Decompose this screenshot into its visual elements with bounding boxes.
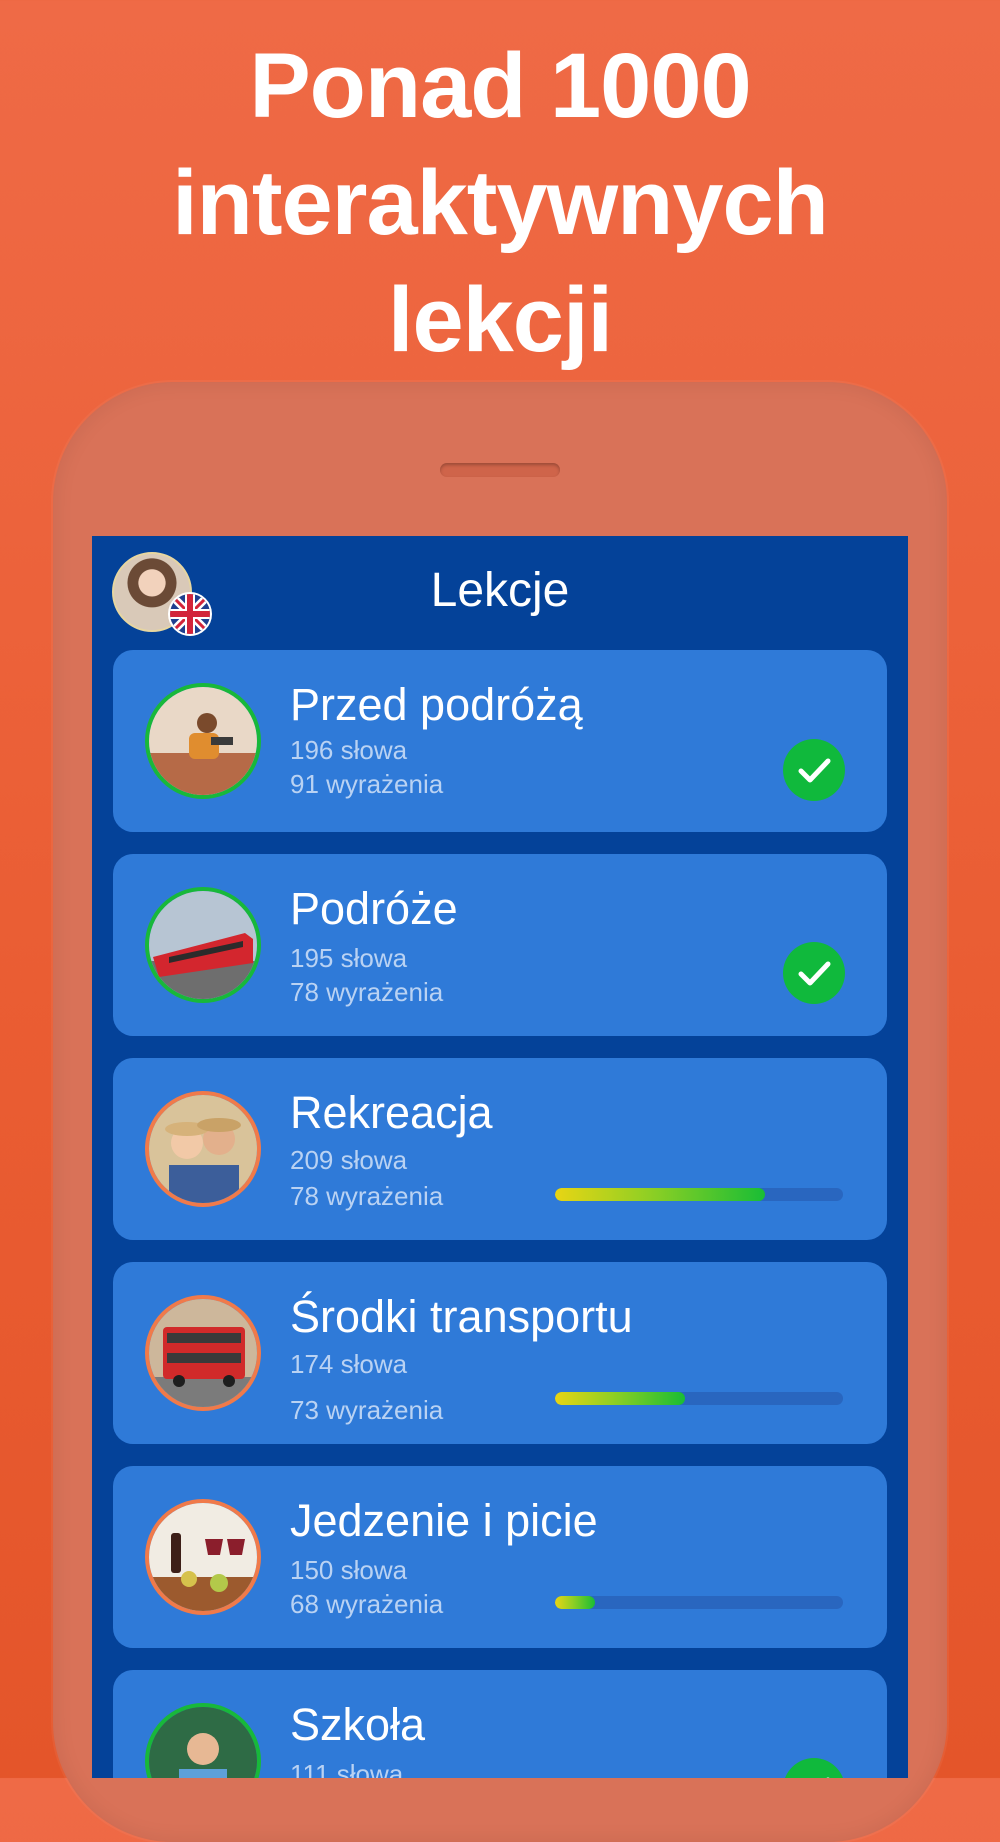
lesson-title: Jedzenie i picie xyxy=(290,1495,598,1546)
lesson-words-count: 174 słowa xyxy=(290,1349,408,1379)
headline-line-3: lekcji xyxy=(387,269,613,371)
lesson-thumbnail-traveler xyxy=(145,683,261,799)
lesson-thumbnail-train xyxy=(145,887,261,1003)
phone-speaker xyxy=(440,463,560,477)
lesson-words-count: 150 słowa xyxy=(290,1555,408,1585)
lesson-progress-fill xyxy=(555,1596,596,1609)
headline-line-2: interaktywnych xyxy=(172,152,829,254)
lesson-progress-fill xyxy=(555,1188,766,1201)
lesson-card-srodki-transportu[interactable]: Środki transportu 174 słowa 73 wyrażenia xyxy=(113,1262,887,1444)
lesson-card-przed-podroza[interactable]: Przed podróżą 196 słowa 91 wyrażenia xyxy=(113,650,887,832)
lesson-phrases-count: 78 wyrażenia xyxy=(290,977,444,1007)
lesson-thumbnail-couple xyxy=(145,1091,261,1207)
lesson-phrases-count: 78 wyrażenia xyxy=(290,1181,444,1211)
lesson-words-count: 111 słowa xyxy=(290,1759,404,1778)
checkmark-icon xyxy=(783,739,845,801)
lesson-thumbnail-wine-food xyxy=(145,1499,261,1615)
lesson-title: Rekreacja xyxy=(290,1087,493,1138)
lesson-card-jedzenie-i-picie[interactable]: Jedzenie i picie 150 słowa 68 wyrażenia xyxy=(113,1466,887,1648)
headline: Ponad 1000 interaktywnych lekcji xyxy=(0,28,1000,379)
screen-title: Lekcje xyxy=(430,564,570,617)
lesson-card-szkola[interactable]: Szkoła 111 słowa xyxy=(113,1670,887,1778)
lesson-words-count: 209 słowa xyxy=(290,1145,408,1175)
lesson-words-count: 195 słowa xyxy=(290,943,408,973)
top-bar: Lekcje xyxy=(92,536,908,646)
checkmark-icon xyxy=(783,1758,845,1778)
checkmark-icon xyxy=(783,942,845,1004)
lesson-title: Szkoła xyxy=(290,1699,426,1750)
lesson-phrases-count: 91 wyrażenia xyxy=(290,769,444,799)
lesson-progress-bar xyxy=(555,1188,843,1201)
lesson-progress-bar xyxy=(555,1392,843,1405)
lesson-words-count: 196 słowa xyxy=(290,735,408,765)
lesson-thumbnail-teacher xyxy=(145,1703,261,1778)
lesson-title: Środki transportu xyxy=(290,1291,633,1342)
headline-line-1: Ponad 1000 xyxy=(249,35,751,137)
lesson-progress-fill xyxy=(555,1392,685,1405)
lesson-thumbnail-bus xyxy=(145,1295,261,1411)
lesson-title: Podróże xyxy=(290,883,458,934)
lesson-progress-bar xyxy=(555,1596,843,1609)
app-screen: Lekcje Przed podróżą 196 słowa 91 wyraże… xyxy=(92,536,908,1778)
lesson-phrases-count: 73 wyrażenia xyxy=(290,1395,444,1425)
lesson-title: Przed podróżą xyxy=(290,679,583,730)
lesson-card-rekreacja[interactable]: Rekreacja 209 słowa 78 wyrażenia xyxy=(113,1058,887,1240)
lesson-phrases-count: 68 wyrażenia xyxy=(290,1589,444,1619)
lesson-card-podroze[interactable]: Podróże 195 słowa 78 wyrażenia xyxy=(113,854,887,1036)
